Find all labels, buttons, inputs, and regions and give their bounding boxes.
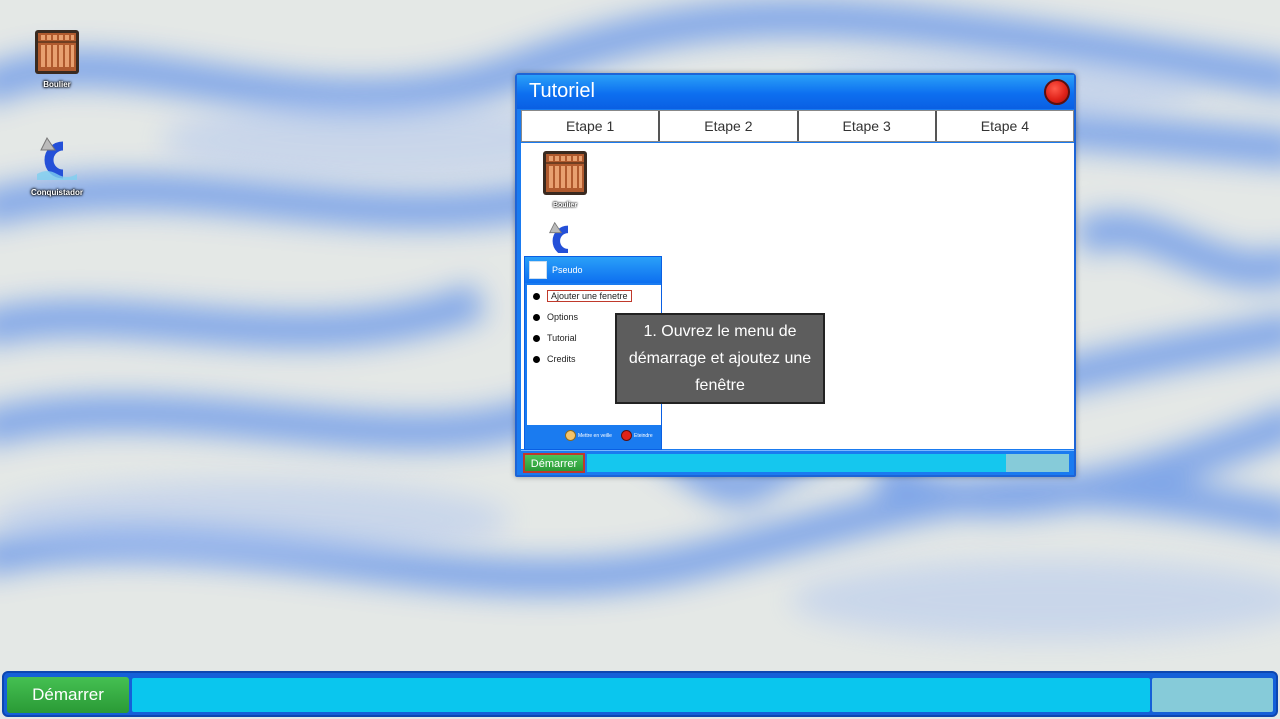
avatar [529, 261, 547, 279]
preview-taskbar-bar [587, 454, 1006, 472]
preview-menu-item-label: Ajouter une fenetre [547, 290, 632, 302]
instruction-line: 1. Ouvrez le menu de [643, 323, 797, 340]
desktop-icon-boulier[interactable]: Boulier [22, 28, 92, 89]
power-icon [621, 430, 632, 442]
preview-menu-item-add-window: Ajouter une fenetre [533, 289, 632, 303]
preview-menu-item-tutorial: Tutorial [533, 331, 577, 345]
preview-menu-item-label: Tutorial [547, 333, 577, 343]
preview-shutdown-button: Eteindre [621, 430, 653, 442]
preview-menu-header: Pseudo [525, 257, 661, 283]
bullet-icon [533, 314, 540, 322]
preview-menu-item-credits: Credits [533, 352, 576, 366]
preview-menu-item-options: Options [533, 310, 578, 324]
window-titlebar[interactable]: Tutoriel [517, 75, 1074, 109]
shell-c-icon [548, 221, 569, 253]
preview-menu-item-label: Credits [547, 354, 576, 364]
preview-icon-conquistador [538, 221, 588, 253]
bullet-icon [533, 293, 540, 301]
shell-c-icon [33, 136, 81, 184]
tab-etape-3[interactable]: Etape 3 [798, 111, 937, 141]
tab-etape-4[interactable]: Etape 4 [936, 111, 1073, 141]
tutorial-tabs: Etape 1 Etape 2 Etape 3 Etape 4 [521, 110, 1074, 142]
window-title: Tutoriel [529, 80, 595, 102]
sleep-icon [565, 430, 576, 442]
bullet-icon [533, 335, 540, 343]
desktop-icon-conquistador[interactable]: Conquistador [22, 136, 92, 197]
desktop-icon-label: Conquistador [31, 188, 83, 197]
preview-shutdown-label: Eteindre [634, 433, 653, 439]
taskbar-window-area[interactable] [132, 678, 1150, 712]
preview-system-tray [1006, 454, 1069, 472]
preview-taskbar: Démarrer [521, 450, 1074, 474]
bullet-icon [533, 356, 540, 364]
tutorial-window: Tutoriel Etape 1 Etape 2 Etape 3 Etape 4… [515, 73, 1076, 477]
instruction-line: fenêtre [695, 377, 745, 394]
abacus-icon [543, 151, 587, 195]
preview-icon-boulier: Boulier [540, 149, 590, 209]
preview-menu-username: Pseudo [552, 265, 583, 275]
preview-sleep-button: Mettre en veille [565, 430, 612, 442]
start-button[interactable]: Démarrer [7, 677, 129, 713]
tab-etape-1[interactable]: Etape 1 [522, 111, 661, 141]
preview-menu-item-label: Options [547, 312, 579, 322]
tutorial-preview: Boulier Pseudo Ajouter une fenetre Optio… [521, 143, 1074, 450]
close-icon[interactable] [1044, 79, 1070, 105]
preview-menu-footer: Mettre en veille Eteindre [527, 427, 661, 447]
tab-etape-2[interactable]: Etape 2 [660, 111, 799, 141]
tutorial-instruction: 1. Ouvrez le menu de démarrage et ajoute… [615, 313, 825, 404]
system-tray[interactable] [1152, 678, 1273, 712]
preview-start-button: Démarrer [523, 453, 585, 473]
preview-icon-label: Boulier [552, 202, 578, 209]
desktop-icon-label: Boulier [43, 80, 71, 89]
taskbar: Démarrer [2, 671, 1278, 717]
instruction-line: démarrage et ajoutez une [628, 350, 812, 367]
preview-sleep-label: Mettre en veille [578, 433, 612, 439]
abacus-icon [33, 28, 81, 76]
